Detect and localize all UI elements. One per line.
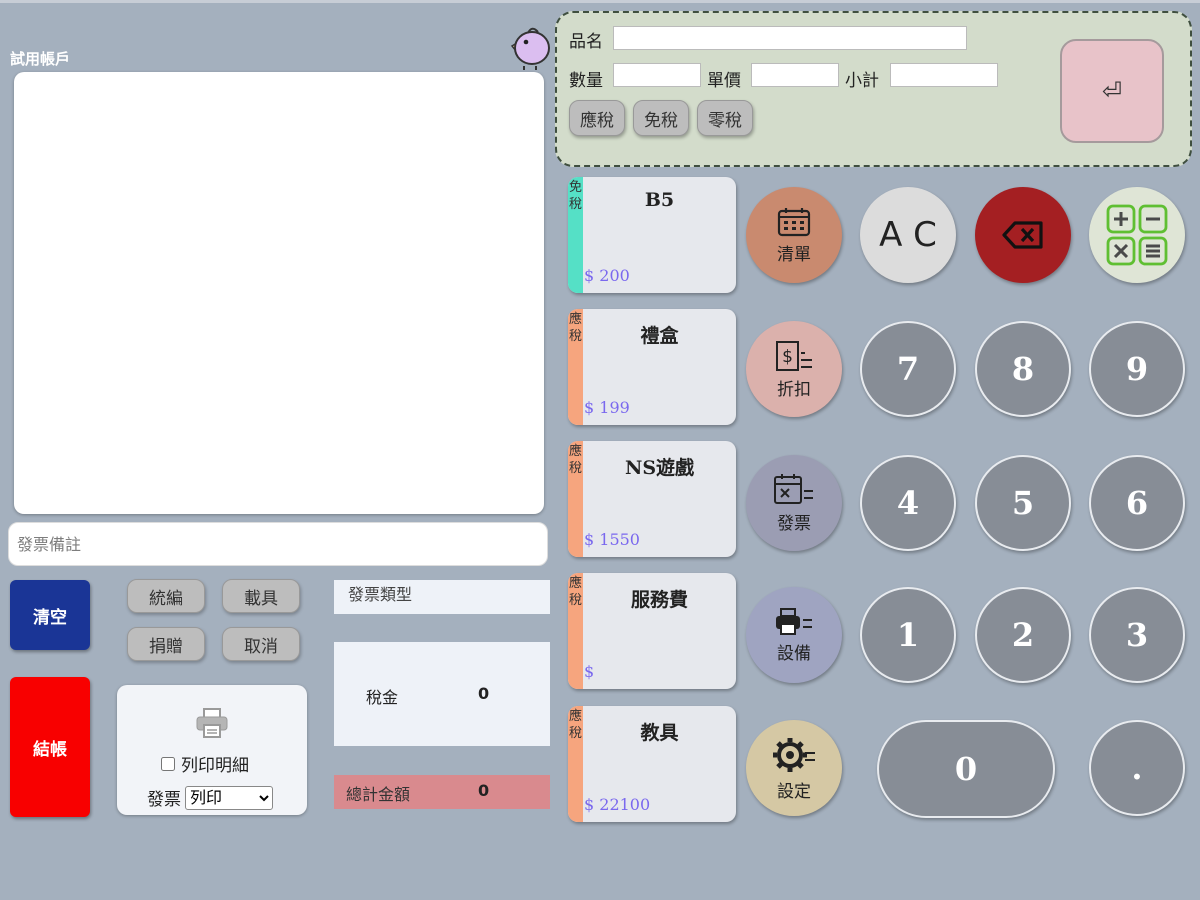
product-tile[interactable]: 應稅 教具 $ 22100: [568, 706, 736, 822]
print-detail-label: 列印明細: [181, 756, 249, 776]
print-detail-option[interactable]: 列印明細: [161, 751, 249, 776]
discount-label: 折扣: [777, 379, 811, 400]
enter-button[interactable]: ⏎: [1060, 39, 1164, 143]
settings-label: 設定: [777, 781, 811, 802]
product-price: $ 200: [584, 266, 630, 285]
item-input-panel: 品名 數量 單價 小計 應稅 免稅 零稅 ⏎: [555, 11, 1192, 167]
subtotal-input[interactable]: [890, 63, 998, 87]
key-0[interactable]: 0: [877, 720, 1055, 818]
checkout-button[interactable]: 結帳: [10, 677, 90, 817]
subtotal-label: 小計: [845, 71, 879, 91]
quantity-label: 數量: [569, 71, 603, 91]
product-tile[interactable]: 應稅 NS遊戲 $ 1550: [568, 441, 736, 557]
tax-id-button[interactable]: 統編: [127, 579, 205, 613]
zero-tax-button[interactable]: 零稅: [697, 100, 753, 136]
key-4[interactable]: 4: [860, 455, 956, 551]
product-name: 教具: [640, 722, 679, 744]
key-7[interactable]: 7: [860, 321, 956, 417]
svg-text:$: $: [782, 347, 793, 367]
tax-value: 0: [478, 684, 490, 703]
list-label: 清單: [777, 244, 811, 265]
discount-button[interactable]: $ 折扣: [746, 321, 842, 417]
product-tax-label: 應稅: [568, 576, 582, 608]
order-list-panel[interactable]: [14, 72, 544, 514]
tax-free-button[interactable]: 免稅: [633, 100, 689, 136]
calculator-icon: [1106, 204, 1168, 266]
product-name: NS遊戲: [624, 457, 695, 479]
product-tile[interactable]: 免稅 B5 $ 200: [568, 177, 736, 293]
invoice-note-input[interactable]: [8, 522, 548, 566]
invoice-list-icon: [774, 473, 813, 504]
invoice-print-row: 發票 列印: [147, 785, 273, 810]
carrier-button[interactable]: 載具: [222, 579, 300, 613]
device-label: 設備: [777, 643, 811, 664]
total-summary: 總計金額 0: [334, 775, 550, 809]
backspace-icon: [1002, 221, 1043, 249]
item-name-input[interactable]: [613, 26, 967, 50]
key-decimal[interactable]: .: [1089, 720, 1185, 816]
product-tax-label: 免稅: [568, 180, 582, 212]
settings-button[interactable]: 設定: [746, 720, 842, 816]
product-tax-label: 應稅: [568, 312, 582, 344]
calendar-icon: [777, 207, 811, 236]
all-clear-button[interactable]: A C: [860, 187, 956, 283]
clear-button[interactable]: 清空: [10, 580, 90, 650]
invoice-type-field[interactable]: 發票類型: [334, 580, 550, 614]
cancel-button[interactable]: 取消: [222, 627, 300, 661]
product-price: $ 22100: [584, 795, 651, 814]
device-button[interactable]: 設備: [746, 587, 842, 683]
tax-label: 稅金: [366, 688, 399, 707]
unit-price-label: 單價: [707, 71, 741, 91]
key-5[interactable]: 5: [975, 455, 1071, 551]
product-tile[interactable]: 應稅 服務費 $: [568, 573, 736, 689]
product-name: 禮盒: [640, 325, 679, 347]
list-button[interactable]: 清單: [746, 187, 842, 283]
key-8[interactable]: 8: [975, 321, 1071, 417]
key-3[interactable]: 3: [1089, 587, 1185, 683]
key-1[interactable]: 1: [860, 587, 956, 683]
key-6[interactable]: 6: [1089, 455, 1185, 551]
calculator-button[interactable]: [1089, 187, 1185, 283]
tax-summary: 稅金 0: [334, 642, 550, 746]
donate-button[interactable]: 捐贈: [127, 627, 205, 661]
printer-icon: [195, 707, 229, 743]
invoice-print-select[interactable]: 列印: [185, 785, 273, 810]
printer-list-icon: [776, 607, 812, 635]
taxable-button[interactable]: 應稅: [569, 100, 625, 136]
backspace-button[interactable]: [975, 187, 1071, 283]
invoice-label: 發票: [777, 513, 811, 534]
invoice-print-label: 發票: [147, 790, 181, 810]
product-tax-label: 應稅: [568, 444, 582, 476]
product-name: 服務費: [630, 589, 688, 611]
total-value: 0: [478, 781, 490, 800]
top-border: [0, 0, 1200, 3]
key-2[interactable]: 2: [975, 587, 1071, 683]
product-price: $ 1550: [584, 530, 640, 549]
enter-icon: ⏎: [1101, 77, 1123, 105]
print-detail-checkbox[interactable]: [161, 756, 175, 771]
product-tile[interactable]: 應稅 禮盒 $ 199: [568, 309, 736, 425]
item-name-label: 品名: [569, 32, 603, 52]
account-label: 試用帳戶: [10, 50, 71, 68]
product-price: $: [584, 662, 595, 681]
invoice-button[interactable]: 發票: [746, 455, 842, 551]
product-tax-label: 應稅: [568, 709, 582, 741]
print-options-panel: 列印明細 發票 列印: [117, 685, 307, 815]
product-price: $ 199: [584, 398, 630, 417]
dollar-list-icon: $: [776, 340, 812, 371]
unit-price-input[interactable]: [751, 63, 839, 87]
quantity-input[interactable]: [613, 63, 701, 87]
bird-logo-icon: [506, 24, 554, 74]
total-label: 總計金額: [346, 785, 411, 804]
gear-list-icon: [773, 737, 815, 772]
key-9[interactable]: 9: [1089, 321, 1185, 417]
product-name: B5: [644, 189, 675, 211]
